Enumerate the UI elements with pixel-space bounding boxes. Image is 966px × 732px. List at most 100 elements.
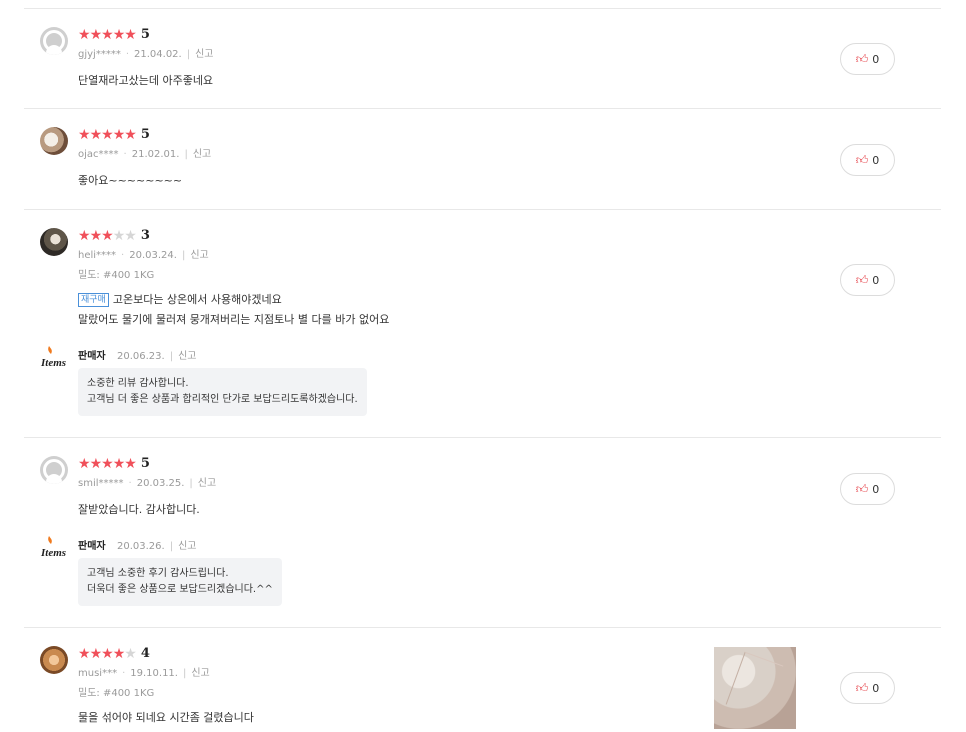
star-icon: ★ (112, 26, 126, 43)
star-icon: ★ (78, 455, 91, 472)
rating-score: 5 (140, 27, 150, 42)
reply-bubble: 소중한 리뷰 감사합니다. 고객님 더 좋은 상품과 합리적인 단가로 보답드리… (78, 368, 367, 416)
review-meta: gjyj***** · 21.04.02. | 신고 (78, 49, 214, 60)
review-date: 19.10.11. (130, 668, 178, 679)
reviewer-id: heli**** (78, 250, 117, 261)
review-meta: ojac**** · 21.02.01. | 신고 (78, 149, 212, 160)
review-text: 단열재라고샀는데 아주좋네요 (78, 71, 213, 91)
star-icon: ★ (124, 455, 137, 472)
rating-score: 3 (140, 228, 150, 243)
rating-score: 4 (140, 646, 150, 661)
star-icon: ★ (112, 227, 126, 244)
review-line-text: 고온보다는 상온에서 사용해야겠네요 (112, 293, 282, 306)
thumbs-up-icon: 👍︎ (855, 272, 869, 287)
review-item: ★ ★ ★ ★ ★ 3 heli**** · 20.03.24. | 신고 밀도: #400 1… (24, 209, 941, 437)
seller-logo-icon: Items (40, 346, 66, 369)
review-date: 21.02.01. (131, 149, 180, 160)
reviewer-id: musi*** (78, 668, 118, 679)
like-count: 0 (872, 482, 880, 496)
star-icon: ★ (124, 26, 137, 43)
product-option: 밀도: #400 1KG (78, 688, 155, 699)
user-avatar (40, 127, 68, 155)
seller-label: 판매자 (78, 541, 106, 552)
reply-meta: 20.06.23. | 신고 (117, 351, 197, 362)
rating-score: 5 (140, 456, 150, 471)
star-icon: ★ (78, 126, 91, 143)
review-item: ★ ★ ★ ★ ★ 5 smil***** · 20.03.25. | 신고 잘받았습니다. 감… (24, 437, 941, 627)
reply-line: 소중한 리뷰 감사합니다. (87, 378, 189, 389)
review-meta: musi*** · 19.10.11. | 신고 (78, 668, 210, 679)
product-option: 밀도: #400 1KG (78, 270, 155, 281)
star-rating: ★ ★ ★ ★ ★ 5 (78, 456, 150, 471)
review-item: ★ ★ ★ ★ ★ 4 musi*** · 19.10.11. | 신고 밀도: #400 1K… (24, 627, 941, 732)
star-icon: ★ (89, 26, 103, 43)
svg-text:Items: Items (40, 547, 66, 559)
star-icon: ★ (124, 126, 137, 143)
like-button[interactable]: 👍︎ 0 (840, 43, 895, 75)
star-icon: ★ (89, 645, 103, 662)
repurchase-badge: 재구매 (78, 293, 109, 307)
like-button[interactable]: 👍︎ 0 (840, 144, 895, 176)
star-icon: ★ (78, 26, 91, 43)
report-link[interactable]: 신고 (195, 49, 213, 60)
default-user-icon (40, 27, 68, 55)
star-icon: ★ (101, 455, 114, 472)
thumbs-up-icon: 👍︎ (855, 152, 869, 167)
star-icon: ★ (78, 227, 91, 244)
thumbs-up-icon: 👍︎ (855, 481, 869, 496)
report-link[interactable]: 신고 (178, 351, 196, 362)
star-rating: ★ ★ ★ ★ ★ 5 (78, 27, 150, 42)
user-avatar (40, 646, 68, 674)
like-button[interactable]: 👍︎ 0 (840, 473, 895, 505)
review-text: 잘받았습니다. 감사합니다. (78, 500, 200, 520)
reply-line: 더욱더 좋은 상품으로 보답드리겠습니다.^^ (87, 584, 273, 595)
reply-line: 고객님 더 좋은 상품과 합리적인 단가로 보답드리도록하겠습니다. (87, 394, 358, 405)
reply-bubble: 고객님 소중한 후기 감사드립니다. 더욱더 좋은 상품으로 보답드리겠습니다.… (78, 558, 282, 606)
svg-text:Items: Items (40, 357, 66, 369)
thumbs-up-icon: 👍︎ (855, 680, 869, 695)
review-line: 물을 섞어야 되네요 시간좀 걸렸습니다 (78, 711, 254, 724)
star-rating: ★ ★ ★ ★ ★ 3 (78, 228, 150, 243)
review-meta: smil***** · 20.03.25. | 신고 (78, 478, 217, 489)
reply-meta: 20.03.26. | 신고 (117, 541, 197, 552)
review-item: ★ ★ ★ ★ ★ 5 gjyj***** · 21.04.02. | 신고 단열재라고샀는데 … (24, 8, 941, 108)
thumbs-up-icon: 👍︎ (855, 51, 869, 66)
star-icon: ★ (101, 227, 114, 244)
review-item: ★ ★ ★ ★ ★ 5 ojac**** · 21.02.01. | 신고 좋아요~~~~~~~… (24, 108, 941, 209)
like-count: 0 (872, 273, 880, 287)
review-line: 좋아요~~~~~~~~ (78, 174, 183, 187)
star-icon: ★ (112, 455, 126, 472)
rating-score: 5 (140, 127, 150, 142)
like-button[interactable]: 👍︎ 0 (840, 672, 895, 704)
like-count: 0 (872, 153, 880, 167)
user-avatar (40, 228, 68, 256)
star-icon: ★ (101, 126, 114, 143)
seller-label: 판매자 (78, 351, 106, 362)
review-text: 재구매 고온보다는 상온에서 사용해야겠네요 말랐어도 물기에 물러져 뭉개져버리… (78, 290, 389, 330)
report-link[interactable]: 신고 (178, 541, 196, 552)
star-icon: ★ (124, 227, 137, 244)
review-line: 재구매 고온보다는 상온에서 사용해야겠네요 (78, 290, 389, 310)
star-rating: ★ ★ ★ ★ ★ 4 (78, 646, 150, 661)
review-date: 21.04.02. (134, 49, 182, 60)
report-link[interactable]: 신고 (191, 668, 209, 679)
like-count: 0 (872, 681, 880, 695)
reply-date: 20.06.23. (117, 351, 165, 362)
report-link[interactable]: 신고 (190, 250, 208, 261)
star-rating: ★ ★ ★ ★ ★ 5 (78, 127, 150, 142)
report-link[interactable]: 신고 (193, 149, 211, 160)
review-line: 잘받았습니다. 감사합니다. (78, 503, 200, 516)
reply-line: 고객님 소중한 후기 감사드립니다. (87, 568, 229, 579)
seller-logo-icon: Items (40, 536, 66, 559)
star-icon: ★ (89, 227, 103, 244)
review-meta: heli**** · 20.03.24. | 신고 (78, 250, 209, 261)
star-icon: ★ (101, 26, 114, 43)
reviewer-id: gjyj***** (78, 49, 121, 60)
star-icon: ★ (89, 455, 103, 472)
reviewer-id: smil***** (78, 478, 124, 489)
like-button[interactable]: 👍︎ 0 (840, 264, 895, 296)
review-photo-thumbnail[interactable] (714, 647, 796, 729)
reviewer-id: ojac**** (78, 149, 119, 160)
report-link[interactable]: 신고 (198, 478, 216, 489)
default-user-icon (40, 456, 68, 484)
